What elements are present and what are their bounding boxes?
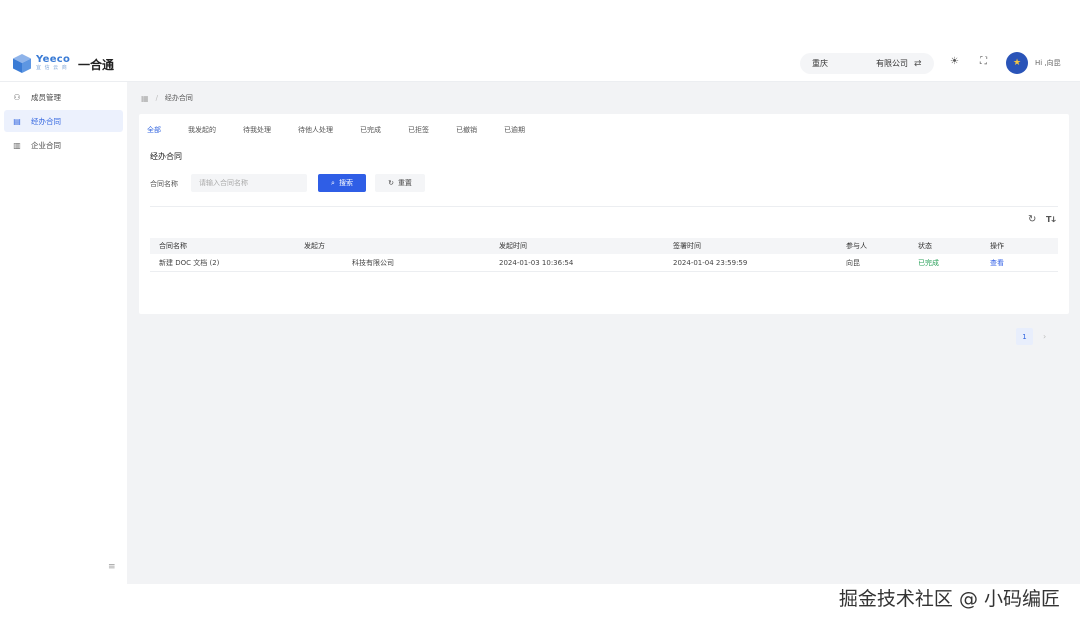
divider (150, 206, 1058, 207)
sidebar-item-label: 成员管理 (31, 92, 61, 102)
collapse-menu-icon[interactable]: ≡ (108, 562, 116, 572)
column-header: 签署时间 (673, 242, 701, 250)
users-icon: ⚇ (13, 92, 21, 102)
tab-initiated-by-me[interactable]: 我发起的 (188, 122, 216, 138)
avatar[interactable]: ★ (1006, 52, 1028, 74)
top-bar: Yeeco 宜 信 云 商 一合通 重庆 有限公司 ⇄ ☀ ⛶ ★ Hi ,向昆 (0, 44, 1080, 82)
user-greeting[interactable]: Hi ,向昆 (1035, 58, 1061, 68)
start-time-cell: 2024-01-03 10:36:54 (499, 259, 574, 267)
tab-revoked[interactable]: 已撤销 (456, 122, 477, 138)
tab-rejected[interactable]: 已拒签 (408, 122, 429, 138)
refresh-icon[interactable]: ↻ (1028, 214, 1036, 225)
chevron-right-icon[interactable]: › (1043, 332, 1046, 341)
table-header: 合同名称 发起方 发起时间 签署时间 参与人 状态 操作 (150, 238, 1058, 254)
breadcrumb-separator: / (155, 94, 158, 102)
logo: Yeeco 宜 信 云 商 (11, 52, 70, 74)
swap-icon[interactable]: ⇄ (914, 59, 922, 69)
theme-sun-icon[interactable]: ☀ (950, 56, 959, 67)
filter-label: 合同名称 (150, 180, 178, 188)
pagination: 1 › (1016, 328, 1046, 345)
breadcrumb: ▦ / 经办合同 (141, 93, 193, 103)
sign-time-cell: 2024-01-04 23:59:59 (673, 259, 748, 267)
home-icon[interactable]: ▦ (141, 94, 149, 103)
column-header: 操作 (990, 242, 1004, 250)
participant-cell: 向昆 (846, 259, 860, 267)
column-density-icon[interactable]: Tↆ (1046, 215, 1056, 225)
sidebar-item-handled-contracts[interactable]: ▤ 经办合同 (4, 110, 123, 132)
column-header: 发起时间 (499, 242, 527, 250)
tenant-company: 有限公司 (876, 59, 908, 68)
reset-button-label: 重置 (397, 179, 412, 187)
status-tabs: 全部 我发起的 待我处理 待他人处理 已完成 已拒签 已撤销 已逾期 (147, 122, 552, 138)
reset-button[interactable]: ↻ 重置 (375, 174, 425, 192)
page-number-button[interactable]: 1 (1016, 328, 1033, 345)
tab-all[interactable]: 全部 (147, 122, 161, 138)
breadcrumb-current: 经办合同 (164, 94, 193, 102)
contracts-table: 合同名称 发起方 发起时间 签署时间 参与人 状态 操作 新建 DOC 文档 (… (150, 238, 1058, 272)
sidebar-item-label: 经办合同 (31, 116, 61, 126)
contract-name-input[interactable] (191, 174, 307, 192)
fullscreen-icon[interactable]: ⛶ (980, 56, 987, 67)
sidebar-item-label: 企业合同 (31, 140, 61, 150)
app-name: 一合通 (78, 58, 115, 72)
logo-brand: Yeeco (36, 54, 71, 65)
column-header: 发起方 (304, 242, 325, 250)
column-header: 合同名称 (159, 242, 187, 250)
search-button-label: 搜索 (338, 179, 353, 187)
sidebar-item-company-contracts[interactable]: ▥ 企业合同 (4, 134, 123, 156)
column-header: 状态 (918, 242, 932, 250)
app-window: Yeeco 宜 信 云 商 一合通 重庆 有限公司 ⇄ ☀ ⛶ ★ Hi ,向昆… (0, 44, 1080, 584)
column-header: 参与人 (846, 242, 867, 250)
tenant-switcher[interactable]: 重庆 有限公司 ⇄ (800, 53, 934, 74)
content-card: 全部 我发起的 待我处理 待他人处理 已完成 已拒签 已撤销 已逾期 经办合同 … (139, 114, 1069, 345)
tab-pending-me[interactable]: 待我处理 (243, 122, 271, 138)
tab-completed[interactable]: 已完成 (360, 122, 381, 138)
tab-overdue[interactable]: 已逾期 (504, 122, 525, 138)
reset-icon: ↻ (388, 179, 394, 187)
search-icon: ⌕ (331, 178, 335, 187)
section-title: 经办合同 (150, 152, 182, 161)
cube-logo-icon (13, 54, 31, 73)
logo-subtitle: 宜 信 云 商 (36, 65, 68, 71)
source-watermark: 掘金技术社区 @ 小码编匠 (838, 588, 1060, 610)
sidebar: ⚇ 成员管理 ▤ 经办合同 ▥ 企业合同 ≡ (0, 82, 127, 584)
initiator-cell: 科技有限公司 (352, 259, 394, 267)
table-row: 新建 DOC 文档 (2) 科技有限公司 2024-01-03 10:36:54… (150, 254, 1058, 272)
tenant-city: 重庆 (812, 59, 828, 68)
search-button[interactable]: ⌕ 搜索 (318, 174, 366, 192)
sidebar-item-members[interactable]: ⚇ 成员管理 (4, 86, 123, 108)
status-badge: 已完成 (918, 259, 939, 267)
view-link[interactable]: 查看 (990, 254, 1004, 272)
book-icon: ▥ (13, 140, 21, 150)
tab-pending-others[interactable]: 待他人处理 (298, 122, 333, 138)
contract-name-cell: 新建 DOC 文档 (2) (159, 259, 220, 267)
document-icon: ▤ (13, 116, 21, 126)
